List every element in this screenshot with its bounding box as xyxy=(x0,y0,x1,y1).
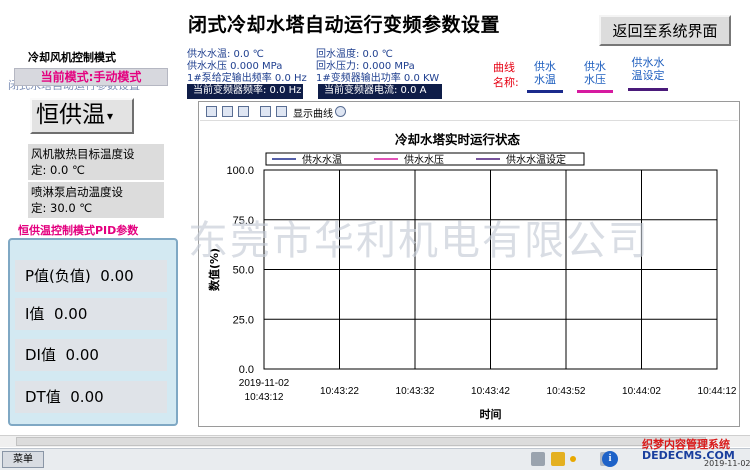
x-tick-label: 10:44:02 xyxy=(622,386,661,397)
info-icon[interactable]: i xyxy=(602,451,618,467)
legend-item-supply-temp-setpoint-line2: 温设定 xyxy=(631,69,665,82)
curve-name-label: 曲线 名称: xyxy=(493,60,519,90)
x-tick-label: 10:43:42 xyxy=(471,386,510,397)
legend-label: 供水水压 xyxy=(404,153,444,166)
legend-swatch-supply-pressure xyxy=(577,90,613,93)
pid-p-row[interactable]: P值(负值) 0.00 xyxy=(15,260,167,292)
save-icon[interactable] xyxy=(206,106,217,117)
copy-icon[interactable] xyxy=(222,106,233,117)
settings-icon[interactable] xyxy=(335,106,346,117)
legend-label: 供水水温设定 xyxy=(506,153,566,166)
network-icon[interactable] xyxy=(531,452,545,466)
current-freq-readout: 当前变频器频率: 0.0 Hz xyxy=(187,84,303,99)
x-axis-label: 时间 xyxy=(480,407,502,421)
legend-item-supply-temp-setpoint-line1: 供水水 xyxy=(631,56,665,69)
current-amp-readout: 当前变频器电流: 0.0 A xyxy=(318,84,442,99)
trend-chart: 100.075.050.025.00.02019-11-02 10:43:1210… xyxy=(207,152,737,421)
pid-p-label: P值(负值) xyxy=(25,267,91,285)
y-tick-label: 50.0 xyxy=(233,265,254,277)
pid-di-row[interactable]: DI值 0.00 xyxy=(15,339,167,371)
company-watermark: 东莞市华利机电有限公司 xyxy=(188,218,650,264)
pid-di-label: DI值 xyxy=(25,346,56,364)
chart-toolbar: 显示曲线 xyxy=(200,103,738,121)
legend-item-supply-pressure-line1: 供水 xyxy=(584,60,606,73)
pid-i-row[interactable]: I值 0.00 xyxy=(15,298,167,330)
fan-target-temp-setting[interactable]: 风机散热目标温度设 定: 0.0 ℃ xyxy=(28,144,164,180)
control-mode-select[interactable]: 恒供温 ▾ xyxy=(30,98,134,134)
spray-pump-temp-value: 定: 30.0 ℃ xyxy=(31,201,93,215)
spray-pump-temp-setting[interactable]: 喷淋泵启动温度设 定: 30.0 ℃ xyxy=(28,182,164,218)
pid-p-value: 0.00 xyxy=(100,267,134,285)
pid-dt-label: DT值 xyxy=(25,388,61,406)
curve-list-icon[interactable] xyxy=(276,106,287,117)
pid-dt-value: 0.00 xyxy=(70,388,104,406)
legend-label: 供水水温 xyxy=(302,153,342,166)
pid-dt-row[interactable]: DT值 0.00 xyxy=(15,381,167,413)
mode-indicator: 闭式水塔自动运行参数设置 当前模式:手动模式 xyxy=(8,68,176,90)
return-to-system-button[interactable]: 返回至系统界面 xyxy=(599,15,731,46)
y-tick-label: 100.0 xyxy=(226,165,254,177)
legend-item-supply-temp-line2: 水温 xyxy=(534,73,556,86)
spray-pump-temp-label: 喷淋泵启动温度设 xyxy=(31,185,123,199)
x-tick-label: 2019-11-02 10:43:12 xyxy=(239,378,290,403)
taskbar: 菜单 xyxy=(0,448,750,470)
horizontal-scrollbar[interactable] xyxy=(0,435,750,447)
current-mode-badge: 当前模式:手动模式 xyxy=(14,68,168,86)
y-tick-label: 25.0 xyxy=(233,314,254,326)
pid-di-value: 0.00 xyxy=(65,346,99,364)
show-curve-button[interactable]: 显示曲线 xyxy=(293,105,333,120)
fit-icon[interactable] xyxy=(260,106,271,117)
pump-freq-readout: 1#泵给定输出频率 0.0 Hz xyxy=(187,73,307,84)
start-menu-button[interactable]: 菜单 xyxy=(2,451,44,468)
taskbar-clock: 2019-11-02 xyxy=(704,459,750,468)
pid-section-title: 恒供温控制模式PID参数 xyxy=(18,224,139,237)
fan-control-title: 冷却风机控制模式 xyxy=(28,51,116,64)
legend-swatch-supply-temp-setpoint xyxy=(628,88,668,91)
x-tick-label: 10:43:22 xyxy=(320,386,359,397)
keyboard-icon[interactable] xyxy=(551,452,565,466)
x-tick-label: 10:43:32 xyxy=(396,386,435,397)
chevron-down-icon: ▾ xyxy=(107,108,114,123)
legend-swatch-supply-temp xyxy=(527,90,563,93)
fan-target-temp-value: 定: 0.0 ℃ xyxy=(31,163,85,177)
legend-item-supply-temp-line1: 供水 xyxy=(534,60,556,73)
x-tick-label: 10:44:12 xyxy=(698,386,737,397)
legend-item-supply-pressure[interactable]: 供水 水压 xyxy=(577,60,613,93)
curve-name-label-line2: 名称: xyxy=(493,76,519,89)
fan-target-temp-label: 风机散热目标温度设 xyxy=(31,147,135,161)
control-mode-value: 恒供温 xyxy=(36,102,105,128)
legend-item-supply-pressure-line2: 水压 xyxy=(584,73,606,86)
curve-name-label-line1: 曲线 xyxy=(493,61,515,74)
legend-item-supply-temp[interactable]: 供水 水温 xyxy=(527,60,563,93)
scrollbar-thumb[interactable] xyxy=(16,437,706,446)
x-tick-label: 10:43:52 xyxy=(547,386,586,397)
inverter-power-readout: 1#变频器输出功率 0.0 KW xyxy=(316,73,440,84)
pid-i-label: I值 xyxy=(25,305,45,323)
y-tick-label: 0.0 xyxy=(239,364,254,376)
legend-item-supply-temp-setpoint[interactable]: 供水水 温设定 xyxy=(628,56,668,91)
print-icon[interactable] xyxy=(238,106,249,117)
status-dot-icon xyxy=(570,456,576,462)
pid-i-value: 0.00 xyxy=(53,305,88,323)
page-title: 闭式冷却水塔自动运行变频参数设置 xyxy=(188,14,501,36)
